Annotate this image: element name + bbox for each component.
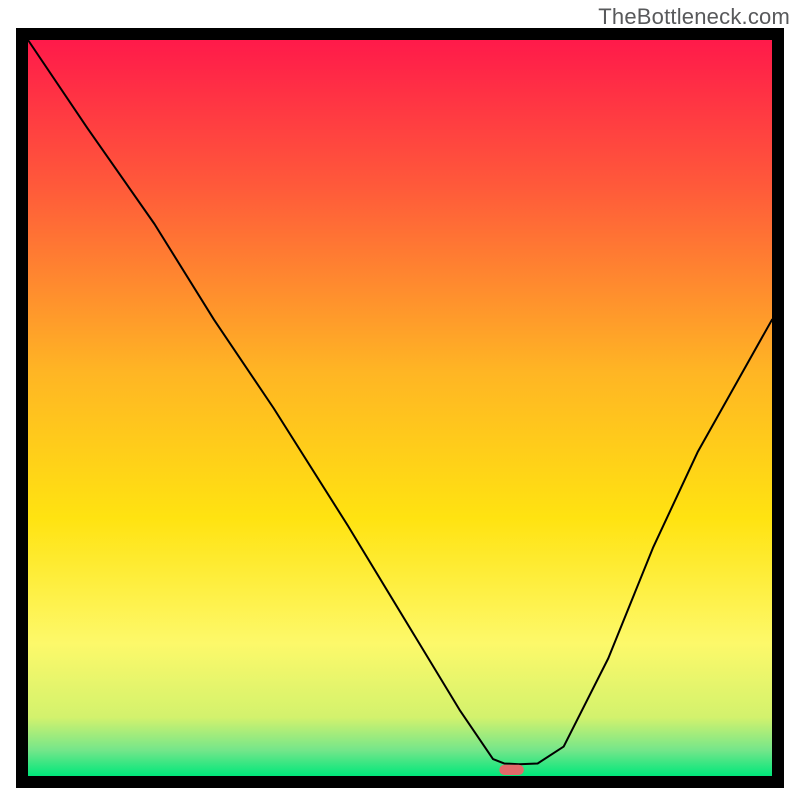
chart-container: TheBottleneck.com	[0, 0, 800, 800]
gradient-background	[28, 40, 772, 776]
optimal-point-marker	[499, 765, 524, 775]
watermark-text: TheBottleneck.com	[598, 4, 790, 30]
bottleneck-chart	[0, 0, 800, 800]
